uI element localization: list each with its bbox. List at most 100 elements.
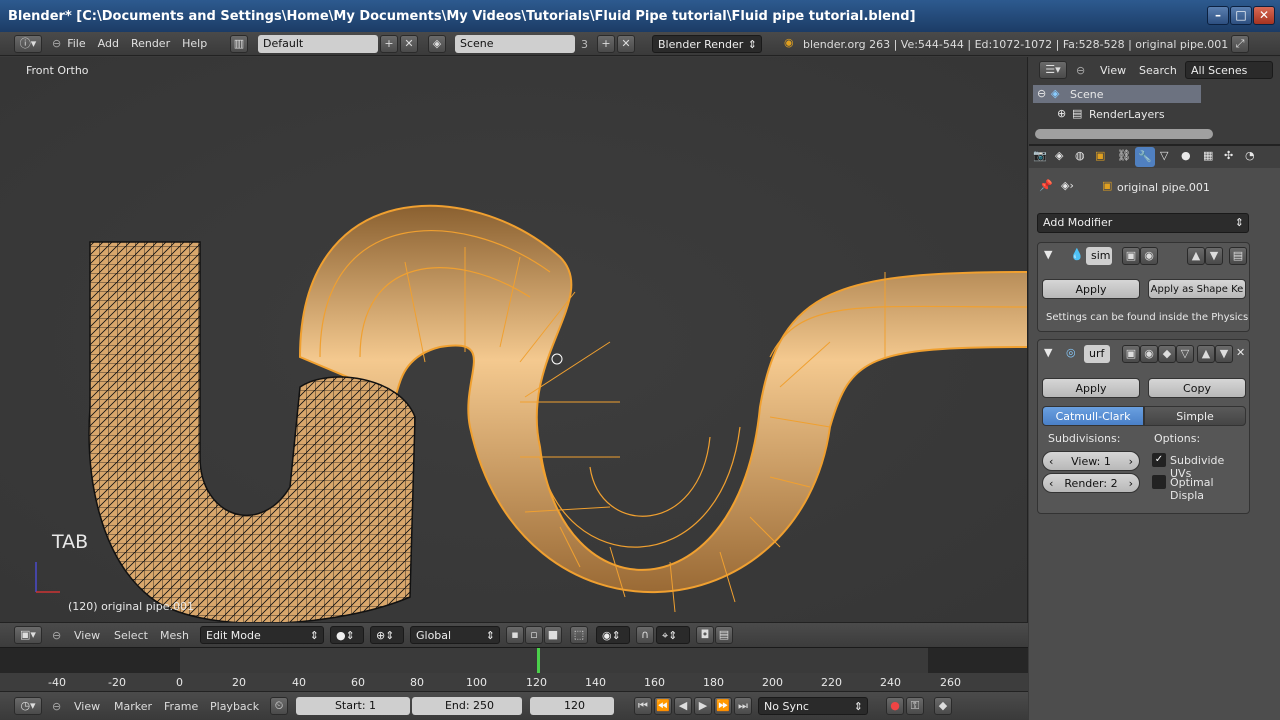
menu-view[interactable]: View [74, 629, 100, 642]
world-tab-icon[interactable]: ◍ [1075, 149, 1085, 162]
menu-view[interactable]: View [74, 700, 100, 713]
object-tab-icon[interactable]: ▣ [1095, 149, 1105, 162]
3d-viewport[interactable]: Front Ortho TAB (120) original pipe.001 [0, 57, 1028, 622]
collapse-icon[interactable]: ⊖ [52, 37, 61, 50]
face-select-icon[interactable]: ■ [544, 626, 562, 644]
modifier-name-field[interactable]: urf [1084, 345, 1110, 363]
editor-type-icon[interactable]: ⓘ▾ [14, 34, 42, 53]
physics-tab-icon[interactable]: ◔ [1245, 149, 1255, 162]
menu-add[interactable]: Add [98, 37, 119, 50]
collapse-icon[interactable]: ⊖ [1076, 64, 1085, 77]
start-frame-field[interactable]: Start: 1 [296, 697, 410, 715]
scene-field[interactable]: Scene [455, 35, 575, 53]
remove-modifier-icon[interactable]: ✕ [1236, 346, 1245, 359]
constraints-tab-icon[interactable]: ⛓ [1117, 149, 1131, 162]
layout-icon[interactable]: ▥ [230, 35, 248, 53]
layout-field[interactable]: Default [258, 35, 378, 53]
copy-button[interactable]: Copy [1148, 378, 1246, 398]
outliner[interactable]: ☰▾ ⊖ View Search All Scenes ⊖ ◈ Scene ⊕ … [1029, 57, 1280, 146]
jump-key-back-icon[interactable]: ⏪ [654, 697, 672, 715]
render-toggle-icon[interactable]: ▣ [1122, 345, 1140, 363]
collapse-arrow-icon[interactable]: ▼ [1044, 248, 1052, 261]
editmode-toggle-icon[interactable]: ◆ [1158, 345, 1176, 363]
orientation-select[interactable]: Global ⇕ [410, 626, 500, 644]
expand-icon[interactable]: ⊕ [1057, 107, 1066, 120]
outliner-filter-select[interactable]: All Scenes [1185, 61, 1273, 79]
jump-end-icon[interactable]: ⏭ [734, 697, 752, 715]
vertex-select-icon[interactable]: ▪ [506, 626, 524, 644]
scene-tab-icon[interactable]: ◈ [1055, 149, 1063, 162]
expand-icon[interactable]: ⊖ [1037, 87, 1046, 100]
play-reverse-icon[interactable]: ◀ [674, 697, 692, 715]
viewport-toggle-icon[interactable]: ◉ [1140, 345, 1158, 363]
scene-icon[interactable]: ◈ [428, 35, 446, 53]
proportional-select[interactable]: ◉⇕ [596, 626, 630, 644]
sync-select[interactable]: No Sync ⇕ [758, 697, 868, 715]
collapse-arrow-icon[interactable]: ▼ [1044, 346, 1052, 359]
view-levels-field[interactable]: ‹ View: 1 › [1042, 451, 1140, 471]
modifier-name-field[interactable]: sim [1086, 247, 1112, 265]
menu-frame[interactable]: Frame [164, 700, 198, 713]
edge-select-icon[interactable]: ▫ [525, 626, 543, 644]
menu-marker[interactable]: Marker [114, 700, 152, 713]
render-levels-field[interactable]: ‹ Render: 2 › [1042, 473, 1140, 493]
apply-button[interactable]: Apply [1042, 378, 1140, 398]
menu-select[interactable]: Select [114, 629, 148, 642]
remove-scene-icon[interactable]: ✕ [617, 35, 635, 53]
move-up-icon[interactable]: ▲ [1187, 247, 1205, 265]
optimal-display-checkbox[interactable] [1152, 475, 1166, 489]
view3d-editor-icon[interactable]: ▣▾ [14, 626, 42, 644]
maximize-icon[interactable]: □ [1230, 6, 1252, 25]
play-icon[interactable]: ▶ [694, 697, 712, 715]
viewport-toggle-icon[interactable]: ◉ [1140, 247, 1158, 265]
close-icon[interactable]: ✕ [1253, 6, 1275, 25]
menu-view[interactable]: View [1100, 64, 1126, 77]
viewport-canvas[interactable] [0, 57, 1028, 622]
menu-playback[interactable]: Playback [210, 700, 259, 713]
move-down-icon[interactable]: ▼ [1205, 247, 1223, 265]
pivot-select[interactable]: ⊕⇕ [370, 626, 404, 644]
catmull-clark-button[interactable]: Catmull-Clark [1042, 406, 1144, 426]
move-down-icon[interactable]: ▼ [1215, 345, 1233, 363]
modifiers-tab-icon[interactable]: 🔧 [1135, 147, 1155, 167]
keyframe-icon[interactable]: ◆ [934, 697, 952, 715]
shading-select[interactable]: ●⇕ [330, 626, 364, 644]
add-layout-icon[interactable]: + [380, 35, 398, 53]
properties-editor[interactable]: 📷 ◈ ◍ ▣ ⛓ 🔧 ▽ ● ▦ ✣ ◔ 📌 ◈› ▣ original pi… [1029, 146, 1280, 720]
current-frame-field[interactable]: 120 [530, 697, 614, 715]
timeline[interactable]: -40 -20 0 20 40 60 80 100 120 140 160 18… [0, 647, 1028, 692]
menu-mesh[interactable]: Mesh [160, 629, 189, 642]
add-modifier-select[interactable]: Add Modifier ⇕ [1037, 213, 1249, 233]
move-up-icon[interactable]: ▲ [1197, 345, 1215, 363]
collapse-icon[interactable]: ⊖ [52, 629, 61, 642]
remove-layout-icon[interactable]: ✕ [400, 35, 418, 53]
render-toggle-icon[interactable]: ▣ [1122, 247, 1140, 265]
jump-start-icon[interactable]: ⏮ [634, 697, 652, 715]
pin-icon[interactable]: 📌 [1039, 179, 1053, 192]
subdivide-uvs-checkbox[interactable]: ✓ [1152, 453, 1166, 467]
remove-modifier-icon[interactable]: ▤ [1229, 247, 1247, 265]
texture-tab-icon[interactable]: ▦ [1203, 149, 1213, 162]
preview-range-icon[interactable]: ⏲ [270, 697, 288, 715]
render-icon[interactable]: ◘ [696, 626, 714, 644]
menu-help[interactable]: Help [182, 37, 207, 50]
outliner-editor-icon[interactable]: ☰▾ [1039, 61, 1067, 79]
timeline-editor-icon[interactable]: ◷▾ [14, 697, 42, 715]
add-scene-icon[interactable]: + [597, 35, 615, 53]
apply-as-shape-button[interactable]: Apply as Shape Ke [1148, 279, 1246, 299]
outliner-scrollbar[interactable] [1035, 129, 1213, 139]
snap-target-select[interactable]: ⌖⇕ [656, 626, 690, 644]
occlude-icon[interactable]: ⬚ [570, 626, 588, 644]
render-engine-select[interactable]: Blender Render ⇕ [652, 35, 762, 53]
cage-toggle-icon[interactable]: ▽ [1176, 345, 1194, 363]
snap-icon[interactable]: ∩ [636, 626, 654, 644]
current-frame-marker[interactable] [537, 648, 540, 673]
anim-render-icon[interactable]: ▤ [715, 626, 733, 644]
apply-button[interactable]: Apply [1042, 279, 1140, 299]
particles-tab-icon[interactable]: ✣ [1224, 149, 1233, 162]
fullscreen-icon[interactable]: ⤢ [1231, 35, 1249, 53]
record-icon[interactable]: ● [886, 697, 904, 715]
simple-button[interactable]: Simple [1144, 406, 1246, 426]
data-tab-icon[interactable]: ▽ [1160, 149, 1168, 162]
keying-set-icon[interactable]: ⚿ [906, 697, 924, 715]
